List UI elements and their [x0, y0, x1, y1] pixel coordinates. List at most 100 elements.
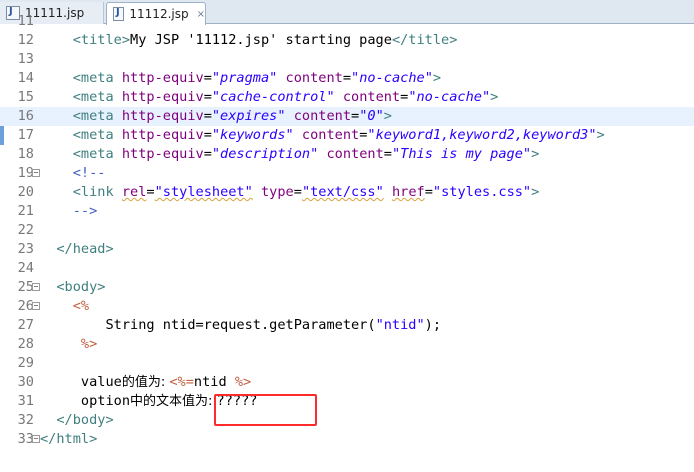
code-token: </head> [40, 241, 114, 257]
code-text: <meta http-equiv="keywords" content="key… [40, 126, 605, 145]
code-line[interactable]: 11 [0, 12, 694, 31]
fold-toggle-icon[interactable]: − [32, 302, 40, 310]
line-number: 27 [17, 317, 34, 333]
code-line[interactable]: 31 option中的文本值为: ????? [0, 392, 694, 411]
code-token: = [203, 89, 212, 105]
line-number: 13 [17, 51, 34, 67]
code-token: = [351, 108, 360, 124]
code-line[interactable]: 21 --> [0, 202, 694, 221]
code-token: <!-- [40, 165, 106, 181]
line-number: 17 [17, 127, 34, 143]
code-token: content [326, 146, 384, 162]
fold-toggle-icon[interactable]: − [32, 435, 40, 443]
code-token: "expires" [211, 108, 286, 124]
code-text: <meta http-equiv="description" content="… [40, 145, 540, 164]
code-token: "0" [359, 108, 384, 124]
code-token: = [203, 108, 212, 124]
code-text: <body> [40, 278, 105, 297]
code-text: </head> [40, 240, 114, 259]
code-token: http-equiv [121, 70, 204, 86]
code-editor[interactable]: 11 12 <title>My JSP '11112.jsp' starting … [0, 13, 694, 472]
code-text: <!-- [40, 164, 106, 183]
code-token: option [40, 393, 131, 409]
code-token: "text/css" [301, 184, 384, 200]
code-token: <meta [40, 70, 122, 86]
code-line[interactable]: 23 </head> [0, 240, 694, 259]
line-number: 21 [17, 203, 34, 219]
code-token: </title> [391, 32, 458, 48]
code-token: = [342, 70, 352, 86]
code-token: %> [40, 336, 98, 352]
line-number: 24 [17, 260, 34, 276]
code-line[interactable]: 16 <meta http-equiv="expires" content="0… [0, 107, 694, 126]
code-line[interactable]: 28 %> [0, 335, 694, 354]
code-line[interactable]: 13 [0, 50, 694, 69]
code-line[interactable]: 25− <body> [0, 278, 694, 297]
line-number: 12 [17, 32, 34, 48]
code-token: rel [121, 184, 147, 200]
code-token: ntid [193, 374, 235, 390]
line-number: 32 [17, 412, 34, 428]
code-token: <meta [40, 89, 122, 105]
fold-toggle-icon[interactable]: − [32, 169, 40, 177]
code-token: "no-cache" [408, 89, 491, 105]
line-number: 25 [17, 279, 34, 295]
line-number: 18 [17, 146, 34, 162]
code-line[interactable]: 26− <% [0, 297, 694, 316]
code-text: <meta http-equiv="pragma" content="no-ca… [40, 69, 441, 88]
code-token: = [146, 184, 155, 200]
code-token: "stylesheet" [154, 184, 253, 200]
code-text: <title>My JSP '11112.jsp' starting page<… [40, 31, 458, 50]
code-token: --> [40, 203, 98, 219]
code-token: <link [40, 184, 122, 200]
line-number: 14 [17, 70, 34, 86]
code-text: <meta http-equiv="expires" content="0"> [40, 107, 392, 126]
code-token: <title> [40, 32, 131, 48]
line-number: 31 [17, 393, 34, 409]
code-token: </html> [40, 431, 98, 447]
code-token: http-equiv [121, 127, 204, 143]
code-token: http-equiv [121, 108, 204, 124]
code-token: <%= [169, 374, 194, 390]
code-line[interactable]: 12 <title>My JSP '11112.jsp' starting pa… [0, 31, 694, 50]
code-line[interactable]: 18 <meta http-equiv="description" conten… [0, 145, 694, 164]
code-token: content [293, 108, 352, 124]
line-number: 11 [17, 13, 34, 29]
code-token: 的值为: [121, 375, 170, 390]
code-token: value [40, 374, 122, 390]
code-line[interactable]: 15 <meta http-equiv="cache-control" cont… [0, 88, 694, 107]
code-text: <% [40, 297, 89, 316]
code-line[interactable]: 19− <!-- [0, 164, 694, 183]
code-token: content [301, 127, 360, 143]
code-token: "pragma" [211, 70, 278, 86]
code-token: <body> [40, 279, 106, 295]
code-line[interactable]: 32 </body> [0, 411, 694, 430]
code-token: = [383, 146, 392, 162]
code-line[interactable]: 17 <meta http-equiv="keywords" content="… [0, 126, 694, 145]
code-line[interactable]: 33− </html> [0, 430, 694, 449]
code-token: "description" [211, 146, 319, 162]
code-token: content [342, 89, 401, 105]
code-token: content [285, 70, 343, 86]
code-line[interactable]: 22 [0, 221, 694, 240]
code-token: ); [424, 317, 442, 333]
code-line[interactable]: 29 [0, 354, 694, 373]
code-line[interactable]: 27 String ntid=request.getParameter("nti… [0, 316, 694, 335]
code-line[interactable]: 30 value的值为: <%=ntid %> [0, 373, 694, 392]
line-number: 20 [17, 184, 34, 200]
code-line[interactable]: 20 <link rel="stylesheet" type="text/css… [0, 183, 694, 202]
code-line[interactable]: 14 <meta http-equiv="pragma" content="no… [0, 69, 694, 88]
code-token: type [261, 184, 294, 200]
fold-toggle-icon[interactable]: − [32, 283, 40, 291]
code-token: "styles.css" [432, 184, 532, 200]
code-token: href [391, 184, 425, 200]
code-token: = [424, 184, 433, 200]
line-number: 19 [17, 165, 34, 181]
line-number: 16 [17, 108, 34, 124]
code-token: "keyword1,keyword2,keyword3" [367, 127, 597, 143]
code-line[interactable]: 24 [0, 259, 694, 278]
